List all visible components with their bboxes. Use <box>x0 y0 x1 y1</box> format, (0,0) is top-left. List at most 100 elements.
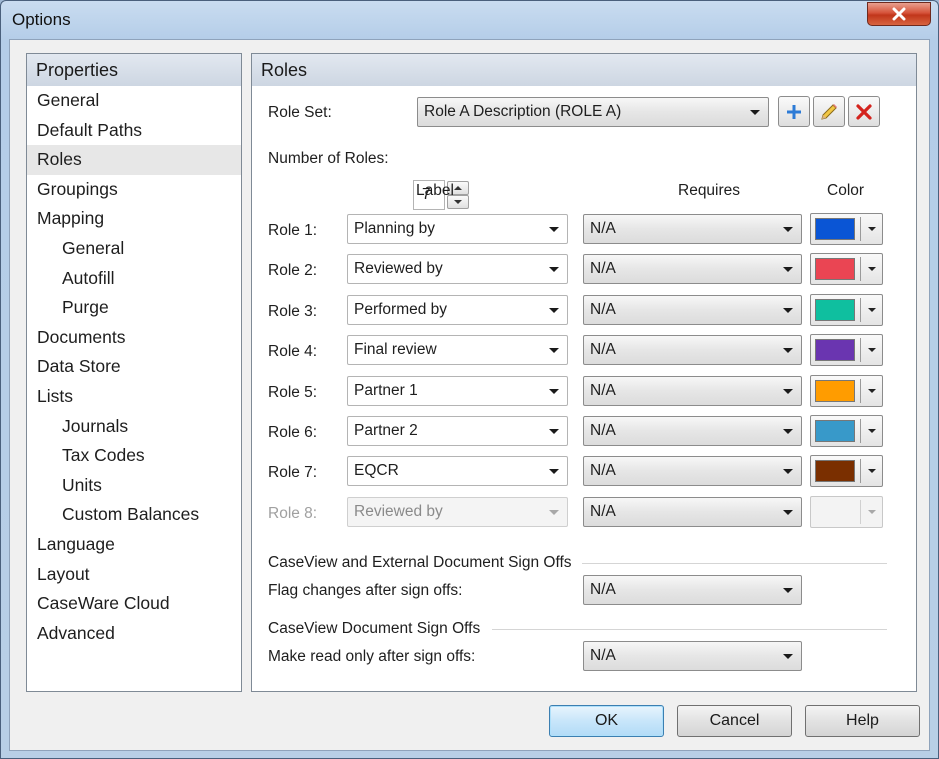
color-picker-divider <box>860 338 861 363</box>
role-label-combo[interactable]: Final review <box>347 335 568 366</box>
nav-item-journals[interactable]: Journals <box>27 412 241 442</box>
color-swatch <box>815 258 855 281</box>
nav-item-units[interactable]: Units <box>27 471 241 501</box>
nav-item-groupings[interactable]: Groupings <box>27 175 241 205</box>
role-requires-value: N/A <box>590 422 616 439</box>
role-set-dropdown[interactable]: Role A Description (ROLE A) <box>417 97 769 127</box>
color-picker-divider <box>860 419 861 443</box>
role-requires-dropdown[interactable]: N/A <box>583 335 802 366</box>
role-label-combo[interactable]: Reviewed by <box>347 254 568 285</box>
color-picker-divider <box>860 378 861 403</box>
role-color-picker[interactable] <box>810 374 883 407</box>
chevron-down-icon <box>549 509 559 515</box>
chevron-down-icon <box>783 267 793 273</box>
role-requires-dropdown[interactable]: N/A <box>583 456 802 487</box>
nav-item-autofill[interactable]: Autofill <box>27 264 241 294</box>
chevron-down-icon <box>868 307 876 312</box>
options-dialog: Options Properties General Default Paths R… <box>0 0 939 759</box>
role-requires-value: N/A <box>590 502 616 520</box>
role-requires-value: N/A <box>590 462 616 480</box>
nav-item-advanced[interactable]: Advanced <box>27 619 241 649</box>
role-label-combo[interactable]: Partner 1 <box>347 375 568 406</box>
color-swatch <box>815 420 855 442</box>
caseview-external-section-title: CaseView and External Document Sign Offs <box>268 554 572 571</box>
help-button[interactable]: Help <box>805 705 920 737</box>
role-label-combo[interactable]: Partner 2 <box>347 416 568 446</box>
role-name-label: Role 2: <box>268 262 318 280</box>
nav-item-mapping[interactable]: Mapping <box>27 204 241 234</box>
role-color-picker[interactable] <box>810 495 883 528</box>
properties-panel: Properties General Default Paths Roles Grou… <box>26 53 242 692</box>
role-label-value: Reviewed by <box>354 260 443 278</box>
color-swatch <box>815 500 855 523</box>
make-read-only-value: N/A <box>590 647 616 664</box>
role-color-picker[interactable] <box>810 293 883 326</box>
role-name-label: Role 8: <box>268 504 318 522</box>
color-picker-divider <box>860 297 861 322</box>
color-picker-divider <box>860 217 861 241</box>
role-label-combo[interactable]: Reviewed by <box>347 496 568 527</box>
role-name-label: Role 5: <box>268 383 318 401</box>
nav-item-lists[interactable]: Lists <box>27 382 241 412</box>
role-name-label: Role 3: <box>268 302 318 320</box>
role-requires-dropdown[interactable]: N/A <box>583 294 802 325</box>
close-button[interactable] <box>867 2 931 26</box>
nav-item-data-store[interactable]: Data Store <box>27 352 241 382</box>
number-of-roles-label: Number of Roles: <box>268 150 389 167</box>
color-swatch <box>815 379 855 402</box>
chevron-down-icon <box>868 227 876 231</box>
role-label-combo[interactable]: Performed by <box>347 294 568 325</box>
role-requires-dropdown[interactable]: N/A <box>583 416 802 446</box>
role-color-picker[interactable] <box>810 334 883 367</box>
chevron-down-icon <box>783 227 793 232</box>
nav-item-layout[interactable]: Layout <box>27 560 241 590</box>
cancel-button[interactable]: Cancel <box>677 705 792 737</box>
role-name-label: Role 4: <box>268 343 318 361</box>
role-label-value: EQCR <box>354 462 399 480</box>
nav-item-tax-codes[interactable]: Tax Codes <box>27 441 241 471</box>
nav-item-purge[interactable]: Purge <box>27 293 241 323</box>
role-label-value: Partner 1 <box>354 381 418 399</box>
flag-changes-dropdown[interactable]: N/A <box>583 575 802 605</box>
roles-header: Roles <box>252 54 916 86</box>
chevron-down-icon <box>868 348 876 353</box>
chevron-down-icon <box>868 429 876 433</box>
ok-button[interactable]: OK <box>549 705 664 737</box>
role-color-picker[interactable] <box>810 213 883 245</box>
make-read-only-dropdown[interactable]: N/A <box>583 641 802 671</box>
nav-item-default-paths[interactable]: Default Paths <box>27 116 241 146</box>
role-requires-dropdown[interactable]: N/A <box>583 254 802 285</box>
role-label-combo[interactable]: EQCR <box>347 456 568 487</box>
make-read-only-label: Make read only after sign offs: <box>268 648 476 665</box>
role-color-picker[interactable] <box>810 455 883 488</box>
properties-header: Properties <box>27 54 241 86</box>
roles-panel: Roles Role Set: Role A Description (ROLE… <box>251 53 917 692</box>
role-label-value: Reviewed by <box>354 502 443 520</box>
role-color-picker[interactable] <box>810 415 883 447</box>
nav-item-roles[interactable]: Roles <box>27 145 241 175</box>
role-label-combo[interactable]: Planning by <box>347 214 568 244</box>
role-set-value: Role A Description (ROLE A) <box>424 103 622 120</box>
nav-item-documents[interactable]: Documents <box>27 323 241 353</box>
role-set-label: Role Set: <box>268 104 332 121</box>
role-color-picker[interactable] <box>810 253 883 286</box>
role-requires-value: N/A <box>590 381 616 399</box>
chevron-down-icon <box>783 509 793 515</box>
color-swatch <box>815 460 855 483</box>
edit-role-set-button[interactable] <box>813 96 845 127</box>
caseview-document-section-title: CaseView Document Sign Offs <box>268 620 481 637</box>
nav-item-custom-balances[interactable]: Custom Balances <box>27 500 241 530</box>
role-requires-dropdown[interactable]: N/A <box>583 496 802 527</box>
title-bar[interactable]: Options <box>1 1 938 39</box>
chevron-down-icon <box>549 348 559 354</box>
role-requires-dropdown[interactable]: N/A <box>583 214 802 244</box>
nav-item-caseware-cloud[interactable]: CaseWare Cloud <box>27 589 241 619</box>
flag-changes-value: N/A <box>590 581 616 598</box>
role-requires-dropdown[interactable]: N/A <box>583 375 802 406</box>
delete-role-set-button[interactable] <box>848 96 880 127</box>
nav-item-general[interactable]: General <box>27 86 241 116</box>
nav-item-language[interactable]: Language <box>27 530 241 560</box>
add-role-set-button[interactable] <box>778 96 810 127</box>
nav-item-general[interactable]: General <box>27 234 241 264</box>
color-swatch <box>815 339 855 362</box>
